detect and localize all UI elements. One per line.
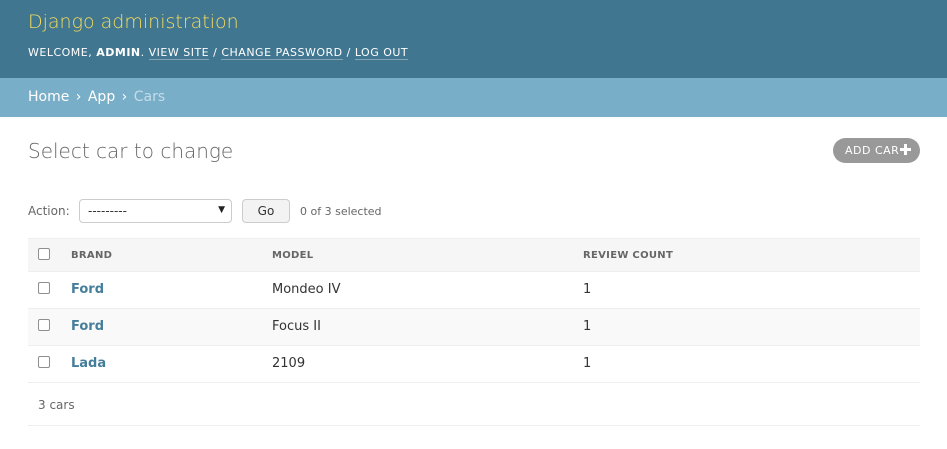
page-title: Select car to change: [28, 139, 234, 163]
model-cell: Mondeo IV: [272, 282, 341, 297]
user-tools: WELCOME, ADMIN. VIEW SITE / CHANGE PASSW…: [28, 46, 409, 60]
action-select-value: ---------: [88, 204, 127, 218]
review-count-cell: 1: [583, 319, 592, 334]
review-count-cell: 1: [583, 282, 592, 297]
header: Django administration WELCOME, ADMIN. VI…: [0, 0, 947, 78]
dropdown-arrow-icon: ▼: [218, 205, 225, 215]
table-header: BRAND MODEL REVIEW COUNT: [28, 238, 920, 272]
model-cell: Focus II: [272, 319, 321, 334]
view-site-link[interactable]: VIEW SITE: [148, 46, 210, 60]
site-branding[interactable]: Django administration: [28, 11, 239, 33]
paginator: 3 cars: [28, 383, 920, 426]
go-button[interactable]: Go: [242, 199, 290, 223]
log-out-link[interactable]: LOG OUT: [354, 46, 409, 60]
breadcrumb-separator: ›: [121, 89, 128, 105]
results-table: BRAND MODEL REVIEW COUNT Ford Mondeo IV …: [28, 238, 920, 383]
username: ADMIN: [96, 46, 141, 59]
action-select[interactable]: --------- ▼: [79, 199, 232, 223]
column-header-review-count[interactable]: REVIEW COUNT: [583, 250, 673, 261]
brand-link[interactable]: Ford: [71, 282, 104, 297]
table-row: Ford Mondeo IV 1: [28, 272, 920, 309]
breadcrumb-app-link[interactable]: App: [88, 89, 115, 105]
result-count: 3 cars: [38, 398, 75, 412]
add-car-button[interactable]: ADD CAR: [833, 138, 920, 163]
table-row: Ford Focus II 1: [28, 309, 920, 346]
breadcrumb-separator: ›: [75, 89, 82, 105]
table-row: Lada 2109 1: [28, 346, 920, 383]
column-header-brand[interactable]: BRAND: [71, 250, 112, 261]
model-cell: 2109: [272, 356, 306, 371]
select-all-checkbox[interactable]: [38, 248, 50, 260]
row-checkbox[interactable]: [38, 356, 50, 368]
separator: /: [213, 46, 218, 59]
plus-icon: [899, 143, 912, 156]
add-car-label: ADD CAR: [845, 144, 900, 157]
selection-counter: 0 of 3 selected: [300, 205, 382, 218]
review-count-cell: 1: [583, 356, 592, 371]
row-checkbox[interactable]: [38, 319, 50, 331]
breadcrumb-current: Cars: [133, 89, 166, 105]
change-password-link[interactable]: CHANGE PASSWORD: [221, 46, 343, 60]
breadcrumb-home-link[interactable]: Home: [28, 89, 69, 105]
brand-link[interactable]: Lada: [71, 356, 106, 371]
breadcrumb: Home › App › Cars: [0, 78, 947, 117]
brand-link[interactable]: Ford: [71, 319, 104, 334]
action-label: Action:: [28, 204, 70, 218]
separator: /: [346, 46, 351, 59]
row-checkbox[interactable]: [38, 282, 50, 294]
column-header-model[interactable]: MODEL: [272, 250, 313, 261]
welcome-text: WELCOME,: [28, 46, 93, 59]
